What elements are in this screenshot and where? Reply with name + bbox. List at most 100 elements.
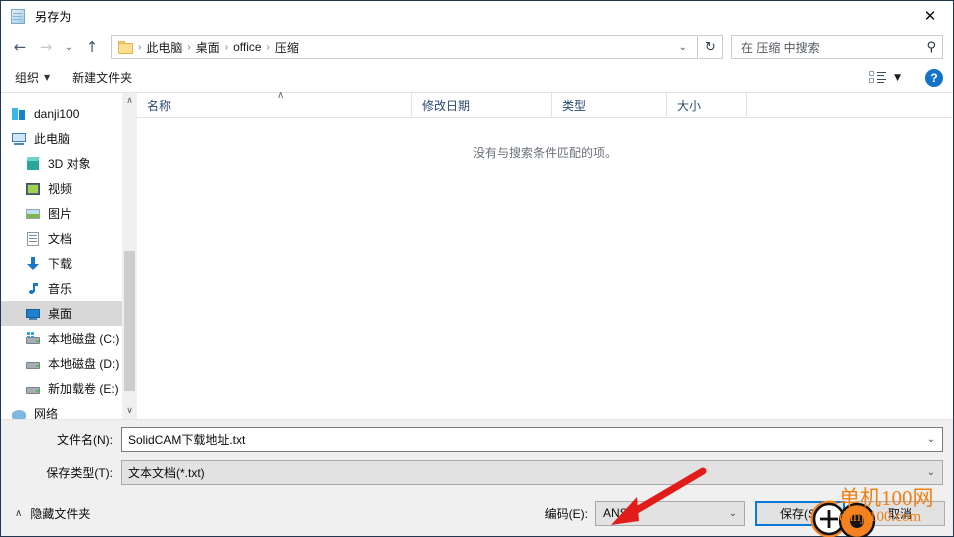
downloads-icon <box>25 256 41 272</box>
filename-label: 文件名(N): <box>57 433 113 447</box>
sidebar-item-videos[interactable]: 视频 <box>1 176 137 201</box>
sidebar-item-documents[interactable]: 文档 <box>1 226 137 251</box>
recent-locations-button[interactable]: ⌄ <box>59 34 79 60</box>
sidebar-item-label: 音乐 <box>48 282 73 296</box>
navigation-bar: ← → ⌄ ↑ › 此电脑 › 桌面 › office › 压缩 ⌄ ↻ 在 压… <box>1 31 953 63</box>
sidebar-item-label: 桌面 <box>48 307 73 321</box>
filename-row: 文件名(N): SolidCAM下载地址.txt ⌄ <box>1 426 953 453</box>
search-input[interactable]: 在 压缩 中搜索 ⚲ <box>731 35 943 59</box>
sidebar-item-local-disk-d[interactable]: 本地磁盘 (D:) <box>1 351 137 376</box>
sidebar-item-music[interactable]: 音乐 <box>1 276 137 301</box>
scroll-up-icon[interactable]: ∧ <box>126 93 133 109</box>
column-header-name[interactable]: 名称 ∧ <box>137 90 412 117</box>
up-button[interactable]: ↑ <box>79 34 105 60</box>
danji-folder-icon <box>11 106 27 122</box>
search-placeholder: 在 压缩 中搜索 <box>741 40 820 55</box>
this-pc-icon <box>11 131 27 147</box>
column-header-type[interactable]: 类型 <box>552 93 667 117</box>
sidebar-item-desktop[interactable]: 桌面 <box>1 301 137 326</box>
documents-icon <box>25 231 41 247</box>
back-button[interactable]: ← <box>7 34 33 60</box>
filename-value: SolidCAM下载地址.txt <box>128 433 246 447</box>
refresh-icon[interactable]: ↻ <box>699 35 723 59</box>
close-icon[interactable]: ✕ <box>907 1 953 31</box>
encoding-label: 编码(E): <box>544 506 588 521</box>
title-bar: 另存为 ✕ <box>1 1 953 31</box>
sidebar-item-label: 新加载卷 (E:) <box>48 382 119 396</box>
new-folder-button[interactable]: 新建文件夹 <box>72 69 132 86</box>
filetype-label: 保存类型(T): <box>46 466 113 480</box>
breadcrumb-item-0[interactable]: 此电脑 <box>142 39 186 56</box>
sidebar-item-label: 图片 <box>48 207 73 221</box>
chevron-down-icon[interactable]: ⌄ <box>722 508 744 519</box>
scrollbar-thumb[interactable] <box>124 251 135 391</box>
hide-folders-toggle[interactable]: ∧ 隐藏文件夹 <box>15 505 90 522</box>
sidebar-item-network[interactable]: 网络 <box>1 401 137 419</box>
filetype-value: 文本文档(*.txt) <box>128 466 205 480</box>
file-list: 名称 ∧ 修改日期 类型 大小 没有与搜索条件匹配的项。 <box>137 90 953 419</box>
scroll-down-icon[interactable]: ∨ <box>126 403 133 419</box>
save-as-dialog: 另存为 ✕ ← → ⌄ ↑ › 此电脑 › 桌面 › office › 压缩 ⌄… <box>0 0 954 537</box>
sidebar-item-downloads[interactable]: 下载 <box>1 251 137 276</box>
column-header-date-modified[interactable]: 修改日期 <box>412 93 552 117</box>
navigation-pane: danji100 此电脑 3D 对象 视频 图片 文档 下载 音乐 桌面 本地磁… <box>1 93 137 419</box>
column-header-label: 名称 <box>147 98 172 113</box>
forward-button[interactable]: → <box>33 34 59 60</box>
hide-folders-label: 隐藏文件夹 <box>30 506 91 521</box>
dialog-footer: 文件名(N): SolidCAM下载地址.txt ⌄ 保存类型(T): 文本文档… <box>1 420 953 536</box>
filename-input[interactable]: SolidCAM下载地址.txt ⌄ <box>121 427 943 452</box>
chevron-down-icon: ▼ <box>44 73 51 82</box>
encoding-value: ANSI <box>603 506 632 520</box>
folder-icon <box>118 40 134 54</box>
videos-icon <box>25 181 41 197</box>
chevron-down-icon[interactable]: ⌄ <box>673 42 693 53</box>
sidebar-item-local-disk-c[interactable]: 本地磁盘 (C:) <box>1 326 137 351</box>
filetype-row: 保存类型(T): 文本文档(*.txt) ⌄ <box>1 459 953 486</box>
encoding-select[interactable]: ANSI ⌄ <box>595 500 745 526</box>
sidebar-item-label: 网络 <box>34 407 59 419</box>
chevron-up-icon: ∧ <box>15 507 23 519</box>
view-layout-icon[interactable] <box>869 71 887 84</box>
cancel-button[interactable]: 取消 <box>855 500 945 526</box>
sidebar-item-pictures[interactable]: 图片 <box>1 201 137 226</box>
sidebar-item-danji100[interactable]: danji100 <box>1 101 137 126</box>
organize-button[interactable]: 组织 ▼ <box>15 69 50 86</box>
column-headers: 名称 ∧ 修改日期 类型 大小 <box>137 90 953 118</box>
sort-ascending-icon: ∧ <box>277 90 285 101</box>
help-icon[interactable]: ? <box>925 68 943 87</box>
sidebar-item-this-pc[interactable]: 此电脑 <box>1 126 137 151</box>
chevron-down-icon[interactable]: ⌄ <box>920 467 942 478</box>
search-icon: ⚲ <box>926 39 936 55</box>
sidebar-item-label: 视频 <box>48 182 73 196</box>
sidebar-item-label: 本地磁盘 (D:) <box>48 357 120 371</box>
dialog-body: danji100 此电脑 3D 对象 视频 图片 文档 下载 音乐 桌面 本地磁… <box>1 90 953 420</box>
save-button[interactable]: 保存(S) <box>755 500 845 526</box>
drive-icon <box>25 381 41 397</box>
empty-state-message: 没有与搜索条件匹配的项。 <box>472 146 617 160</box>
filetype-select[interactable]: 文本文档(*.txt) ⌄ <box>121 460 943 485</box>
sidebar-item-3d-objects[interactable]: 3D 对象 <box>1 151 137 176</box>
breadcrumb[interactable]: › 此电脑 › 桌面 › office › 压缩 ⌄ <box>111 35 698 59</box>
chevron-down-icon[interactable]: ⌄ <box>920 434 942 445</box>
command-bar: 组织 ▼ 新建文件夹 ▼ ? <box>1 63 953 93</box>
sidebar-item-label: 下载 <box>48 257 73 271</box>
sidebar-item-label: 3D 对象 <box>48 157 91 171</box>
column-header-size[interactable]: 大小 <box>667 93 747 117</box>
sidebar-item-label: 本地磁盘 (C:) <box>48 332 120 346</box>
music-icon <box>25 281 41 297</box>
desktop-icon <box>25 306 41 322</box>
sidebar-scrollbar[interactable]: ∧ ∨ <box>122 93 137 419</box>
footer-actions: ∧ 隐藏文件夹 编码(E): ANSI ⌄ 保存(S) 取消 <box>1 490 953 536</box>
organize-label: 组织 <box>15 71 40 85</box>
window-title: 另存为 <box>35 9 72 24</box>
column-header-filler <box>747 93 953 117</box>
chevron-down-icon[interactable]: ▼ <box>894 73 901 83</box>
breadcrumb-item-1[interactable]: 桌面 <box>192 39 224 56</box>
sidebar-item-new-volume-e[interactable]: 新加载卷 (E:) <box>1 376 137 401</box>
breadcrumb-item-2[interactable]: office <box>229 40 265 54</box>
breadcrumb-item-3[interactable]: 压缩 <box>271 39 303 56</box>
network-icon <box>11 406 27 420</box>
system-drive-icon <box>25 331 41 347</box>
sidebar-item-label: 此电脑 <box>34 132 71 146</box>
drive-icon <box>25 356 41 372</box>
